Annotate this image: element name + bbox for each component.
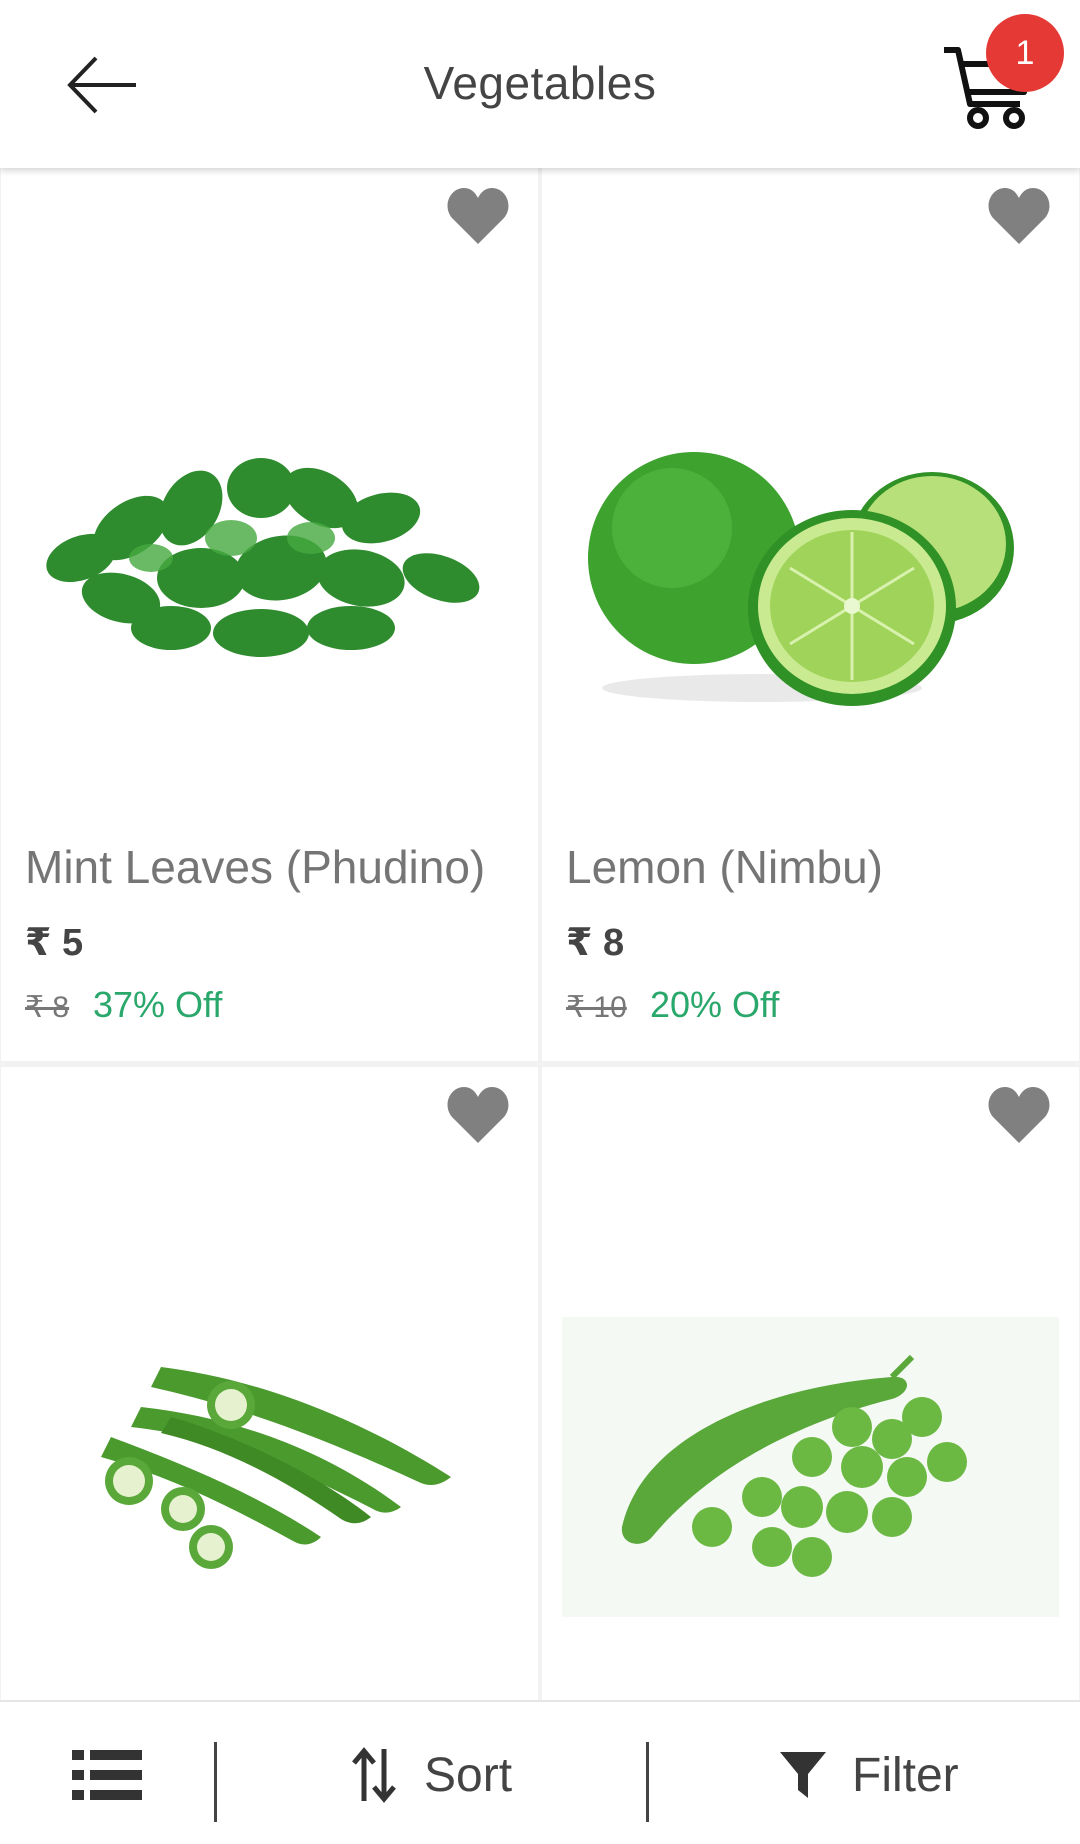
filter-button[interactable]: Filter (780, 1730, 1000, 1820)
heart-icon[interactable] (987, 186, 1051, 246)
product-discount: 37% Off (93, 984, 223, 1025)
app-bar: Vegetables 1 (0, 0, 1080, 168)
heart-icon[interactable] (446, 186, 510, 246)
product-name: Lemon (Nimbu) (566, 841, 883, 893)
product-discount: 20% Off (650, 984, 780, 1025)
divider (646, 1742, 649, 1822)
product-card[interactable]: Lemon (Nimbu) ₹ 8 ₹ 10 20% Off (542, 168, 1079, 1061)
product-name: Mint Leaves (Phudino) (25, 841, 486, 893)
green-peas-image (562, 1317, 1059, 1617)
page-title: Vegetables (423, 57, 657, 109)
list-view-icon (72, 1750, 142, 1800)
bottom-action-bar: Sort Filter (0, 1700, 1080, 1844)
product-mrp: ₹ 8 (25, 991, 70, 1024)
product-price: ₹ 8 (566, 922, 625, 964)
lemon-image (588, 452, 1014, 706)
heart-icon[interactable] (446, 1085, 510, 1145)
product-card[interactable] (1, 1067, 538, 1700)
product-mrp: ₹ 10 (566, 991, 627, 1024)
product-price: ₹ 5 (25, 922, 84, 964)
divider (214, 1742, 217, 1822)
cart-count-badge: 1 (986, 14, 1064, 92)
product-card[interactable]: Mint Leaves (Phudino) ₹ 5 ₹ 8 37% Off (1, 168, 538, 1061)
sort-icon (352, 1747, 396, 1803)
product-grid: Mint Leaves (Phudino) ₹ 5 ₹ 8 37% Off Le… (0, 168, 1080, 1700)
okra-image (101, 1367, 451, 1569)
view-toggle-button[interactable] (72, 1746, 142, 1806)
heart-icon[interactable] (987, 1085, 1051, 1145)
product-card[interactable] (542, 1067, 1079, 1700)
mint-leaves-image (46, 458, 480, 657)
sort-button[interactable]: Sort (350, 1730, 590, 1820)
filter-icon (780, 1752, 826, 1798)
filter-label: Filter (852, 1748, 959, 1802)
sort-label: Sort (424, 1748, 513, 1802)
